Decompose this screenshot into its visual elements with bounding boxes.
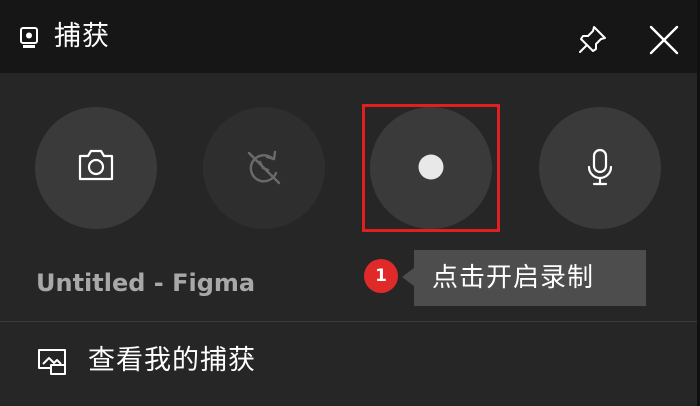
tooltip-arrow xyxy=(402,268,414,286)
close-button[interactable] xyxy=(642,18,686,62)
gallery-icon xyxy=(38,349,66,375)
replay-icon xyxy=(247,150,281,185)
view-my-captures-link[interactable]: 查看我的捕获 xyxy=(0,322,697,406)
pin-button[interactable] xyxy=(572,20,612,60)
view-my-captures-label: 查看我的捕获 xyxy=(88,345,256,376)
record-highlight-box xyxy=(362,104,500,232)
record-tooltip: 点击开启录制 xyxy=(414,250,646,306)
record-last-30-seconds-button[interactable] xyxy=(203,107,325,229)
capture-widget: 捕获 Untitled - Figma 1 点击开启录制 查看我的捕获 xyxy=(0,0,700,406)
screenshot-button[interactable] xyxy=(35,107,157,229)
widget-titlebar: 捕获 xyxy=(0,0,700,73)
microphone-button[interactable] xyxy=(539,107,661,229)
step-badge: 1 xyxy=(364,259,398,293)
capture-target-label: Untitled - Figma xyxy=(36,269,256,297)
pin-icon xyxy=(579,26,606,53)
widget-title: 捕获 xyxy=(54,21,110,52)
webcam-icon xyxy=(20,27,38,48)
microphone-icon xyxy=(587,148,613,186)
camera-icon xyxy=(78,149,114,181)
close-icon xyxy=(649,25,679,55)
